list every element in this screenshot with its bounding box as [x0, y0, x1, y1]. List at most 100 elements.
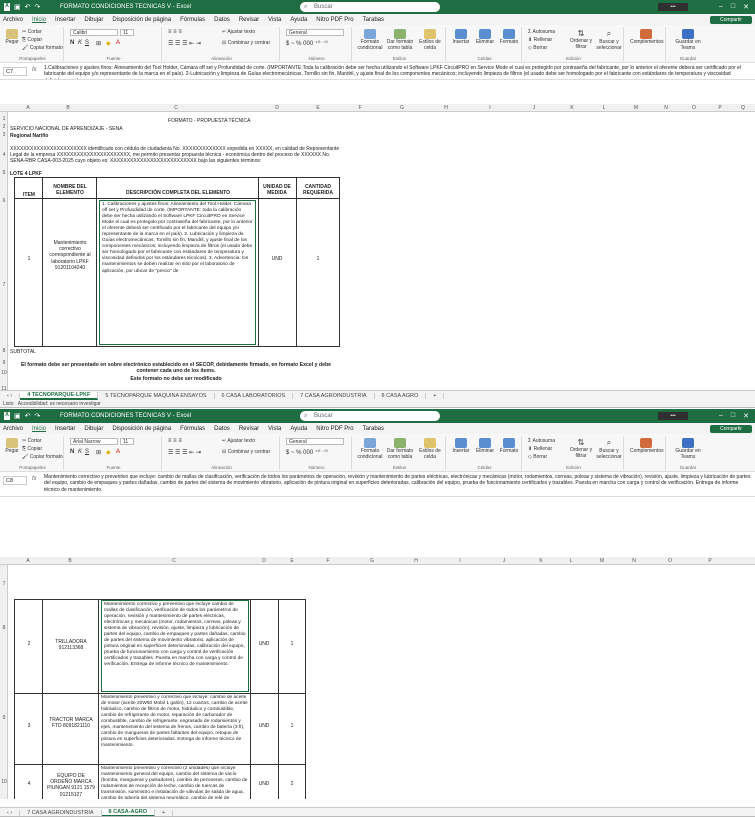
find-select-button[interactable]: ⌕ Buscar y seleccionar — [596, 29, 622, 51]
row-number[interactable]: 7 — [0, 581, 8, 587]
col-header[interactable]: A — [14, 105, 42, 111]
font-color-icon[interactable]: A — [116, 40, 120, 46]
description-cell[interactable]: Mantenimiento preventivo y correctivo qu… — [101, 695, 249, 763]
col-header[interactable]: P — [708, 105, 732, 111]
currency-icon[interactable]: $ ~ % 000 ⁺⁰ ⁻⁰ — [286, 40, 328, 47]
col-header[interactable]: P — [690, 558, 730, 564]
row-number[interactable]: 10 — [0, 370, 8, 376]
tab-nav-arrows[interactable]: ‹ › — [0, 809, 21, 816]
name-box[interactable]: C8 — [3, 476, 27, 485]
tab-datos[interactable]: Datos — [214, 17, 230, 23]
conditional-format-button[interactable]: Formato condicional — [356, 438, 384, 460]
col-header[interactable]: I — [468, 105, 512, 111]
col-header[interactable]: N — [652, 105, 680, 111]
fx-icon[interactable]: fx — [32, 476, 37, 482]
underline-button[interactable]: S — [85, 40, 89, 46]
align-top-icon[interactable]: ≡ ≡ ≡ — [168, 438, 182, 444]
accessibility-status[interactable]: Accesibilidad: es necesario investigar — [18, 401, 101, 407]
maximize-button[interactable]: □ — [731, 412, 735, 420]
col-header[interactable]: Q — [732, 105, 754, 111]
wrap-text-button[interactable]: ↵ Ajustar texto — [222, 29, 255, 35]
row-number[interactable]: 2 — [0, 124, 8, 130]
tab-revisar[interactable]: Revisar — [239, 17, 259, 23]
col-header[interactable]: M — [620, 105, 652, 111]
formula-input[interactable]: 1.Calibraciones y ajustes finos: Alineam… — [44, 65, 752, 79]
col-header[interactable]: G — [380, 105, 424, 111]
row-number[interactable]: 3 — [0, 132, 8, 138]
tab-archivo[interactable]: Archivo — [3, 17, 23, 23]
col-header[interactable]: A — [14, 558, 42, 564]
save-icon[interactable]: ▣ — [14, 3, 21, 11]
col-header[interactable]: B — [42, 105, 94, 111]
col-header[interactable]: K — [526, 558, 556, 564]
tab-nitro[interactable]: Nitro PDF Pro — [316, 426, 353, 432]
add-sheet-button[interactable]: + — [155, 809, 174, 816]
tab-ayuda[interactable]: Ayuda — [290, 426, 307, 432]
col-header[interactable]: F — [340, 105, 380, 111]
format-cells-button[interactable]: Formato — [498, 438, 520, 454]
save-teams-button[interactable]: Guardar en Teams — [672, 29, 704, 51]
align-left-icon[interactable]: ☰ ☰ ☰ ⇤ ⇥ — [168, 40, 201, 47]
col-header[interactable]: H — [424, 105, 468, 111]
sheet-tab-8[interactable]: 8 CASA AGRO — [375, 392, 427, 399]
sheet-tab-8[interactable]: 8 CASA-AGRO — [101, 808, 156, 816]
selected-description-cell[interactable]: Mantenimiento correctivo y preventivo qu… — [101, 600, 249, 692]
row-number[interactable]: 7 — [0, 282, 8, 288]
tab-datos[interactable]: Datos — [214, 426, 230, 432]
row-number[interactable]: 9 — [0, 715, 8, 721]
insert-cells-button[interactable]: Insertar — [450, 438, 472, 454]
cut-button[interactable]: ✂ Cortar — [22, 29, 42, 35]
clear-button[interactable]: ◇ Borrar — [528, 454, 547, 460]
tab-disposicion[interactable]: Disposición de página — [112, 17, 171, 23]
search-box[interactable]: ⌕ Buscar — [300, 2, 440, 12]
cell-styles-button[interactable]: Estilos de celda — [416, 438, 444, 460]
fill-button[interactable]: ⬇ Rellenar — [528, 37, 552, 43]
paste-button[interactable]: Pegar — [4, 29, 20, 45]
align-top-icon[interactable]: ≡ ≡ ≡ — [168, 29, 182, 35]
col-header[interactable]: L — [556, 558, 586, 564]
formula-input[interactable]: Mantenimiento correctivo y preventivo qu… — [44, 474, 752, 496]
save-icon[interactable]: ▣ — [14, 412, 21, 420]
format-painter-button[interactable]: 🖌 Copiar formato — [22, 45, 63, 51]
row-number[interactable]: 6 — [0, 198, 8, 204]
autosum-button[interactable]: Σ Autosuma — [528, 438, 555, 444]
col-header[interactable]: J — [512, 105, 556, 111]
tab-vista[interactable]: Vista — [268, 17, 281, 23]
user-account[interactable]: ••• — [658, 3, 688, 11]
fill-button[interactable]: ⬇ Rellenar — [528, 446, 552, 452]
wrap-text-button[interactable]: ↵ Ajustar texto — [222, 438, 255, 444]
borders-icon[interactable]: ⊞ — [96, 40, 101, 47]
delete-cells-button[interactable]: Eliminar — [474, 29, 496, 45]
italic-button[interactable]: K — [78, 449, 82, 455]
undo-icon[interactable]: ↶ — [25, 3, 31, 11]
bold-button[interactable]: N — [70, 449, 74, 455]
close-button[interactable]: ✕ — [743, 412, 749, 420]
number-format-select[interactable]: General — [286, 438, 344, 445]
sheet-tab-4[interactable]: 4 TECNOPARQUE-LPKF — [20, 391, 99, 400]
insert-cells-button[interactable]: Insertar — [450, 29, 472, 45]
col-header[interactable]: L — [588, 105, 620, 111]
search-box[interactable]: ⌕ Buscar — [300, 411, 440, 421]
find-select-button[interactable]: ⌕ Buscar y seleccionar — [596, 438, 622, 460]
col-header[interactable]: D — [258, 105, 296, 111]
share-button[interactable]: Compartir — [710, 425, 752, 433]
underline-button[interactable]: S — [85, 449, 89, 455]
sheet-tab-7[interactable]: 7 CASA AGROINDUSTRIA — [293, 392, 375, 399]
sheet-tab-5[interactable]: 5 TECNOPARQUE MAQUINA ENSAYOS — [98, 392, 215, 399]
col-header[interactable]: D — [250, 558, 278, 564]
share-button[interactable]: Compartir — [710, 16, 752, 24]
tab-formulas[interactable]: Fórmulas — [180, 17, 205, 23]
add-sheet-button[interactable]: + — [426, 392, 445, 399]
col-header[interactable]: F — [306, 558, 350, 564]
row-number[interactable]: 4 — [0, 152, 8, 158]
col-header[interactable]: K — [556, 105, 588, 111]
conditional-format-button[interactable]: Formato condicional — [356, 29, 384, 51]
sheet-tab-7[interactable]: 7 CASA AGROINDUSTRIA — [20, 809, 102, 816]
tab-disposicion[interactable]: Disposición de página — [112, 426, 171, 432]
row-number[interactable]: 8 — [0, 348, 8, 354]
merge-center-button[interactable]: ⊟ Combinar y centrar — [222, 40, 270, 46]
undo-icon[interactable]: ↶ — [25, 412, 31, 420]
selected-description-cell[interactable]: 1. Calibraciones y ajustes finos: Alinea… — [99, 200, 256, 345]
tab-dibujar[interactable]: Dibujar — [84, 426, 103, 432]
format-table-button[interactable]: Dar formato como tabla — [386, 29, 414, 51]
